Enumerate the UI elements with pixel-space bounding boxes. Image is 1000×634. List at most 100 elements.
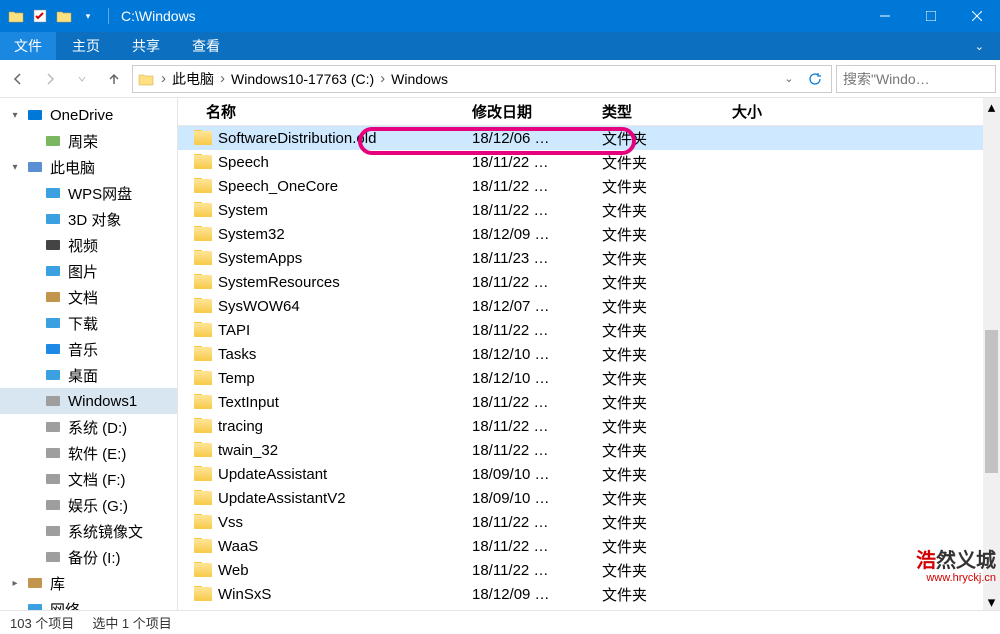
table-row[interactable]: WaaS 18/11/22 … 文件夹: [178, 534, 1000, 558]
breadcrumb-item[interactable]: 此电脑: [172, 69, 214, 89]
file-tab[interactable]: 文件: [0, 32, 56, 60]
scrollbar-vertical[interactable]: ▴ ▾: [983, 98, 1000, 610]
file-name: System: [218, 202, 268, 219]
table-row[interactable]: WinSxS 18/12/09 … 文件夹: [178, 582, 1000, 606]
folder-icon: [194, 419, 212, 433]
chevron-right-icon[interactable]: ›: [376, 70, 389, 87]
sidebar-item[interactable]: 备份 (I:): [0, 544, 177, 570]
file-name: System32: [218, 226, 285, 243]
column-date[interactable]: 修改日期: [464, 101, 594, 122]
new-folder-icon[interactable]: [54, 6, 74, 26]
sidebar-item[interactable]: 图片: [0, 258, 177, 284]
minimize-button[interactable]: [862, 0, 908, 32]
sidebar-item[interactable]: 文档 (F:): [0, 466, 177, 492]
sidebar-item[interactable]: 3D 对象: [0, 206, 177, 232]
sidebar-item[interactable]: 网络: [0, 596, 177, 610]
sidebar-item[interactable]: 桌面: [0, 362, 177, 388]
table-row[interactable]: Tasks 18/12/10 … 文件夹: [178, 342, 1000, 366]
sidebar-item[interactable]: 周荣: [0, 128, 177, 154]
file-date: 18/12/10 …: [464, 346, 594, 363]
sidebar-item[interactable]: ▾此电脑: [0, 154, 177, 180]
folder-icon: [194, 467, 212, 481]
refresh-icon[interactable]: [803, 72, 827, 86]
ribbon-expand-icon[interactable]: ⌄: [959, 32, 1000, 60]
scroll-thumb[interactable]: [985, 330, 998, 473]
folder-icon: [194, 395, 212, 409]
file-type: 文件夹: [594, 560, 724, 581]
sidebar-item[interactable]: 视频: [0, 232, 177, 258]
sidebar-item[interactable]: ▸库: [0, 570, 177, 596]
table-row[interactable]: UpdateAssistant 18/09/10 … 文件夹: [178, 462, 1000, 486]
tab-home[interactable]: 主页: [56, 32, 116, 60]
folder-icon: [194, 587, 212, 601]
table-row[interactable]: tracing 18/11/22 … 文件夹: [178, 414, 1000, 438]
table-row[interactable]: Speech 18/11/22 … 文件夹: [178, 150, 1000, 174]
table-row[interactable]: SysWOW64 18/12/07 … 文件夹: [178, 294, 1000, 318]
sidebar-item-label: 音乐: [68, 339, 98, 360]
file-name: SysWOW64: [218, 298, 300, 315]
sidebar-item[interactable]: 系统镜像文: [0, 518, 177, 544]
file-list-panel: 名称 修改日期 类型 大小 SoftwareDistribution.old 1…: [178, 98, 1000, 610]
table-row[interactable]: Temp 18/12/10 … 文件夹: [178, 366, 1000, 390]
scroll-up-icon[interactable]: ▴: [983, 98, 1000, 115]
table-row[interactable]: SystemResources 18/11/22 … 文件夹: [178, 270, 1000, 294]
recent-dropdown-icon[interactable]: [68, 65, 96, 93]
sidebar-item[interactable]: Windows1: [0, 388, 177, 414]
chevron-icon[interactable]: ▸: [10, 578, 20, 589]
tab-share[interactable]: 共享: [116, 32, 176, 60]
table-row[interactable]: TAPI 18/11/22 … 文件夹: [178, 318, 1000, 342]
sidebar-item[interactable]: 系统 (D:): [0, 414, 177, 440]
breadcrumb-item[interactable]: Windows10-17763 (C:): [231, 71, 374, 87]
up-button[interactable]: [100, 65, 128, 93]
column-size[interactable]: 大小: [724, 101, 844, 122]
breadcrumb[interactable]: › 此电脑 › Windows10-17763 (C:) › Windows ⌄: [132, 65, 832, 93]
properties-icon[interactable]: [30, 6, 50, 26]
table-row[interactable]: UpdateAssistantV2 18/09/10 … 文件夹: [178, 486, 1000, 510]
file-name: twain_32: [218, 442, 278, 459]
table-row[interactable]: Web 18/11/22 … 文件夹: [178, 558, 1000, 582]
search-input[interactable]: 搜索"Windo…: [836, 65, 996, 93]
scroll-down-icon[interactable]: ▾: [983, 593, 1000, 610]
chevron-right-icon[interactable]: ›: [216, 70, 229, 87]
maximize-button[interactable]: [908, 0, 954, 32]
table-row[interactable]: twain_32 18/11/22 … 文件夹: [178, 438, 1000, 462]
table-row[interactable]: TextInput 18/11/22 … 文件夹: [178, 390, 1000, 414]
video-icon: [44, 236, 62, 254]
table-row[interactable]: System32 18/12/09 … 文件夹: [178, 222, 1000, 246]
chevron-icon[interactable]: ▾: [10, 110, 20, 121]
sidebar-item[interactable]: 娱乐 (G:): [0, 492, 177, 518]
table-row[interactable]: Speech_OneCore 18/11/22 … 文件夹: [178, 174, 1000, 198]
sidebar-item[interactable]: 文档: [0, 284, 177, 310]
file-date: 18/11/22 …: [464, 178, 594, 195]
sidebar-item[interactable]: WPS网盘: [0, 180, 177, 206]
tab-view[interactable]: 查看: [176, 32, 236, 60]
column-type[interactable]: 类型: [594, 101, 724, 122]
sidebar-item-label: WPS网盘: [68, 183, 132, 204]
sidebar-item-label: 软件 (E:): [68, 443, 126, 464]
forward-button[interactable]: [36, 65, 64, 93]
chevron-icon[interactable]: ▾: [10, 162, 20, 173]
file-date: 18/11/22 …: [464, 202, 594, 219]
breadcrumb-dropdown-icon[interactable]: ⌄: [777, 72, 801, 85]
file-type: 文件夹: [594, 272, 724, 293]
table-row[interactable]: SystemApps 18/11/23 … 文件夹: [178, 246, 1000, 270]
table-row[interactable]: SoftwareDistribution.old 18/12/06 … 文件夹: [178, 126, 1000, 150]
window-title: C:\Windows: [121, 8, 862, 24]
table-row[interactable]: Vss 18/11/22 … 文件夹: [178, 510, 1000, 534]
column-name[interactable]: 名称: [178, 101, 464, 122]
scroll-track[interactable]: [983, 115, 1000, 593]
breadcrumb-item[interactable]: Windows: [391, 71, 448, 87]
sidebar-item[interactable]: 下载: [0, 310, 177, 336]
table-row[interactable]: System 18/11/22 … 文件夹: [178, 198, 1000, 222]
back-button[interactable]: [4, 65, 32, 93]
close-button[interactable]: [954, 0, 1000, 32]
sidebar-item[interactable]: ▾OneDrive: [0, 102, 177, 128]
drive-icon: [44, 418, 62, 436]
chevron-right-icon[interactable]: ›: [157, 70, 170, 87]
qa-dropdown-icon[interactable]: ▾: [78, 6, 98, 26]
file-type: 文件夹: [594, 200, 724, 221]
file-date: 18/12/09 …: [464, 226, 594, 243]
sidebar-item[interactable]: 软件 (E:): [0, 440, 177, 466]
sidebar-item[interactable]: 音乐: [0, 336, 177, 362]
file-name: Speech_OneCore: [218, 178, 338, 195]
